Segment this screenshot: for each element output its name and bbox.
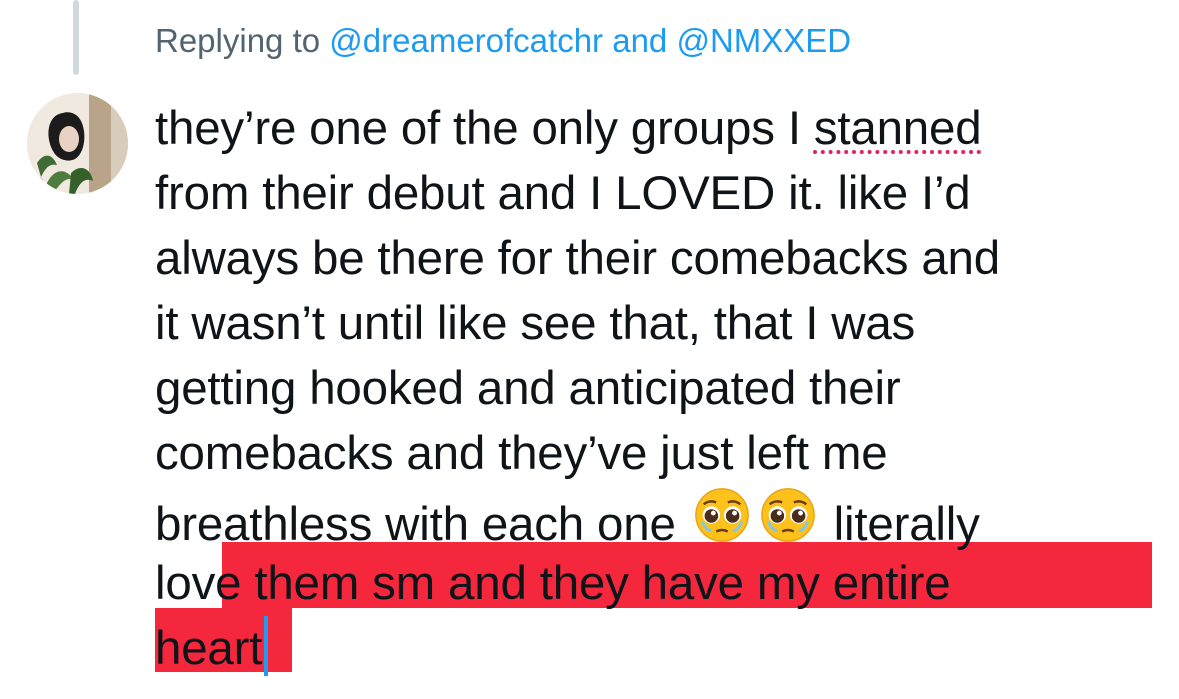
tweet-line-6: comebacks and they’ve just left me bbox=[155, 427, 888, 480]
pleading-face-emoji-icon bbox=[760, 488, 815, 542]
pleading-face-emoji-icon bbox=[694, 488, 749, 542]
tweet-line-7: breathless with each one literally bbox=[155, 486, 1165, 551]
replying-prefix: Replying to bbox=[155, 22, 321, 59]
text-caret bbox=[264, 616, 269, 676]
tweet-line-2: from their debut and I LOVED it. like I’… bbox=[155, 167, 971, 220]
avatar[interactable] bbox=[27, 93, 128, 194]
tweet-text-segment: literally bbox=[833, 498, 980, 551]
handle-link-nmxxed[interactable]: @NMXXED bbox=[676, 22, 851, 59]
tweet-text-segment: breathless with each one bbox=[155, 498, 676, 551]
tweet-text: they’re one of the only groups I stanned… bbox=[155, 96, 1165, 681]
thread-connector-line bbox=[73, 0, 79, 75]
selected-text[interactable]: heart bbox=[155, 622, 262, 675]
tweet-text-segment: they’re one of the only groups I bbox=[155, 102, 814, 155]
replying-joiner: and bbox=[612, 22, 668, 59]
replying-to-line: Replying to @dreamerofcatchr and @NMXXED bbox=[155, 22, 851, 60]
misspelled-word[interactable]: stanned bbox=[814, 102, 982, 155]
selected-text[interactable]: e them sm and they have my entire bbox=[215, 557, 950, 610]
tweet-line-8: love them sm and they have my entire bbox=[155, 551, 1165, 616]
tweet-text-segment: lov bbox=[155, 557, 216, 610]
tweet-line-9: heart bbox=[155, 616, 1165, 681]
tweet-line-3: always be there for their comebacks and bbox=[155, 232, 1000, 285]
tweet-line-4: it wasn’t until like see that, that I wa… bbox=[155, 297, 916, 350]
handle-link-dreamerofcatchr[interactable]: @dreamerofcatchr bbox=[329, 22, 603, 59]
avatar-photo-icon bbox=[27, 93, 128, 194]
tweet-line-5: getting hooked and anticipated their bbox=[155, 362, 901, 415]
tweet-line-1: they’re one of the only groups I stanned bbox=[155, 96, 1165, 161]
